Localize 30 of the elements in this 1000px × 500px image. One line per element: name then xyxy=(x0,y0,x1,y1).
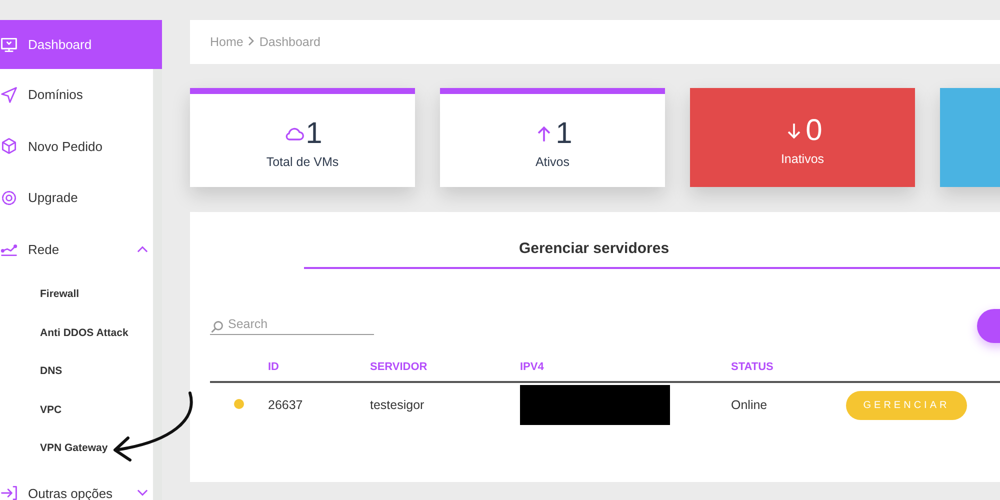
section-title: Gerenciar servidores xyxy=(304,240,1000,269)
table-cell: Online xyxy=(731,382,846,427)
sidebar-item[interactable]: Domínios xyxy=(0,69,162,120)
nav-label: Novo Pedido xyxy=(28,138,104,154)
nav-label: Rede xyxy=(28,242,60,257)
nav-label: Upgrade xyxy=(28,190,79,206)
sidebar-item[interactable]: Novo Pedido xyxy=(0,120,162,172)
submenu-item[interactable]: Anti DDOS Attack xyxy=(0,314,162,352)
stat-value: 1 xyxy=(306,116,322,150)
sidebar-item[interactable]: Upgrade xyxy=(0,172,162,224)
submenu-item[interactable]: DNS xyxy=(0,352,162,390)
submenu-item[interactable]: VPN Gateway xyxy=(0,429,162,468)
column-header: STATUS xyxy=(731,361,846,382)
table-cell: 26637 xyxy=(268,382,370,427)
sidebar-item[interactable]: Rede xyxy=(0,224,162,275)
stat-label: Total de VMs xyxy=(266,154,339,168)
column-header: ID xyxy=(268,361,370,382)
sidebar-item[interactable]: Dashboard xyxy=(0,20,162,69)
stat-label: Ativos xyxy=(535,154,570,168)
stat-value: 1 xyxy=(556,116,572,150)
submenu-item[interactable]: VPC xyxy=(0,390,162,429)
nav-label: Domínios xyxy=(28,87,84,102)
submenu-item[interactable]: Firewall xyxy=(0,275,162,314)
stat-value: 0 xyxy=(806,114,822,148)
table-cell: testesigor xyxy=(370,382,520,427)
column-header: IPV4 xyxy=(520,361,731,382)
search-field[interactable]: Search xyxy=(210,317,374,335)
nav-label: Dashboard xyxy=(28,37,93,52)
stat-label: Inativos xyxy=(780,152,824,166)
column-header: SERVIDOR xyxy=(370,361,520,382)
